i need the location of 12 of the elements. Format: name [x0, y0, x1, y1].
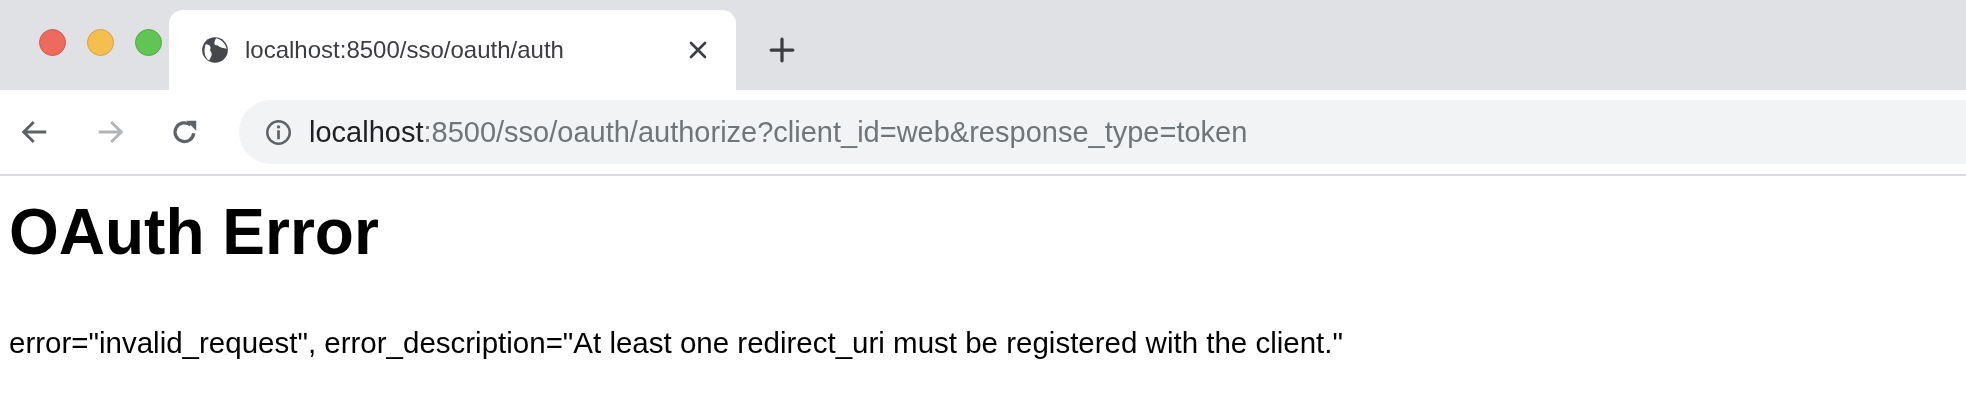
globe-icon	[201, 36, 229, 64]
browser-tab[interactable]: localhost:8500/sso/oauth/auth	[169, 10, 736, 90]
address-bar[interactable]: localhost:8500/sso/oauth/authorize?client_id=web&response_type=token	[239, 100, 1966, 164]
info-icon[interactable]	[265, 118, 292, 146]
new-tab-icon[interactable]	[769, 37, 795, 63]
url-path: :8500/sso/oauth/authorize?client_id=web&response_type=token	[423, 115, 1248, 148]
error-message: error="invalid_request", error_description="At least one redirect_uri must be registered with the client."	[9, 326, 1344, 360]
tab-title: localhost:8500/sso/oauth/auth	[245, 36, 565, 64]
close-window-button[interactable]	[39, 29, 66, 56]
url-host: localhost	[309, 115, 424, 148]
close-icon[interactable]	[688, 40, 708, 60]
page-heading: OAuth Error	[9, 196, 380, 268]
